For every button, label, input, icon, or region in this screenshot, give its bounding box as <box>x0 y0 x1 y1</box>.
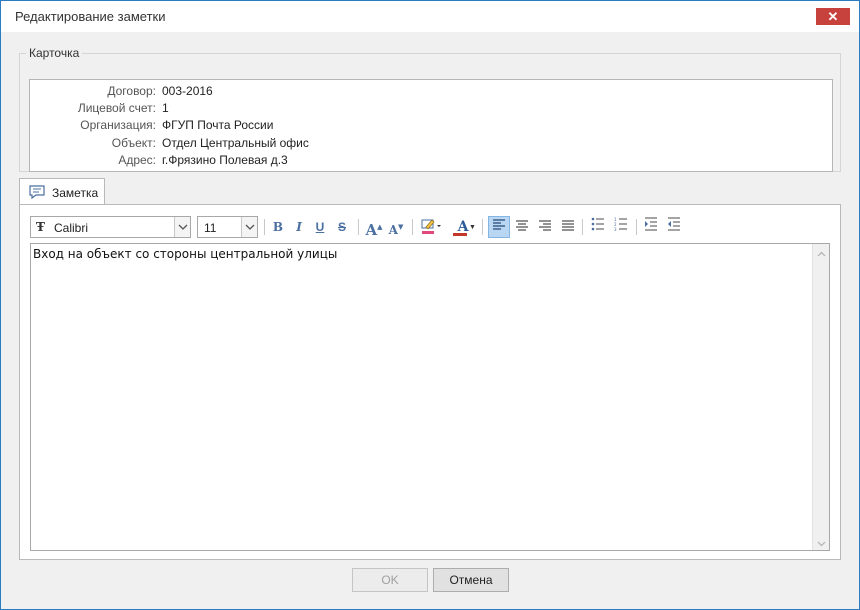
font-size-select[interactable]: 11 <box>197 216 258 238</box>
field-label: Лицевой счет: <box>77 101 156 115</box>
window-title: Редактирование заметки <box>15 9 166 24</box>
shrink-font-icon: A <box>388 223 398 237</box>
note-tab-panel: Ŧ Calibri 11 B I U S A▲ A▼ A ▼ 1 2 3 Вхо… <box>19 204 841 560</box>
field-label: Договор: <box>107 84 156 98</box>
numbered-list-button[interactable]: 123 <box>611 217 631 237</box>
scroll-down-icon[interactable] <box>817 537 826 547</box>
field-organization: Организация: ФГУП Почта России <box>30 118 832 134</box>
align-justify-icon <box>561 220 575 234</box>
card-legend: Карточка <box>29 46 80 60</box>
numbered-list-icon: 123 <box>614 217 628 234</box>
close-icon: ✕ <box>827 9 839 24</box>
align-right-button[interactable] <box>535 217 555 237</box>
indent-decrease-icon <box>667 217 681 234</box>
tab-label: Заметка <box>52 186 99 200</box>
vertical-scrollbar[interactable] <box>812 244 829 550</box>
field-label: Организация: <box>80 118 156 132</box>
grow-font-button[interactable]: A▲ <box>364 217 384 239</box>
field-label: Адрес: <box>118 153 156 167</box>
font-type-icon: Ŧ <box>36 220 45 234</box>
chevron-down-icon: ▼ <box>469 224 476 231</box>
font-size-value: 11 <box>204 221 217 235</box>
title-bar[interactable]: Редактирование заметки ✕ <box>1 1 859 32</box>
formatting-toolbar: Ŧ Calibri 11 B I U S A▲ A▼ A ▼ 1 2 3 <box>30 216 830 239</box>
italic-button[interactable]: I <box>289 217 309 237</box>
ok-button[interactable]: OK <box>352 568 428 592</box>
align-right-icon <box>538 220 552 234</box>
align-justify-button[interactable] <box>558 217 578 237</box>
increase-indent-button[interactable] <box>641 217 661 237</box>
toolbar-separator <box>482 219 483 235</box>
toolbar-separator <box>358 219 359 235</box>
bullet-list-icon <box>591 217 605 234</box>
grow-font-icon: A <box>365 221 378 239</box>
font-name-value: Calibri <box>54 221 89 235</box>
align-center-button[interactable] <box>512 217 532 237</box>
comment-icon <box>29 185 45 202</box>
font-color-button[interactable]: A ▼ <box>449 217 477 237</box>
field-value: 1 <box>162 101 169 115</box>
chevron-down-icon[interactable] <box>174 217 190 237</box>
indent-increase-icon <box>644 217 658 234</box>
align-left-icon <box>492 219 506 233</box>
toolbar-separator <box>264 219 265 235</box>
dialog-body: Карточка Договор: 003-2016 Лицевой счет:… <box>1 32 859 609</box>
bold-button[interactable]: B <box>268 217 288 237</box>
toolbar-separator <box>582 219 583 235</box>
field-account: Лицевой счет: 1 <box>30 101 832 117</box>
align-center-icon <box>515 220 529 234</box>
dialog-window: Редактирование заметки ✕ Карточка Догово… <box>0 0 860 610</box>
svg-text:3: 3 <box>614 227 617 231</box>
chevron-down-icon[interactable] <box>241 217 257 237</box>
field-address: Адрес: г.Фрязино Полевая д.3 <box>30 153 832 169</box>
scroll-up-icon[interactable] <box>817 248 826 257</box>
card-info-box: Договор: 003-2016 Лицевой счет: 1 Органи… <box>29 79 833 172</box>
field-object: Объект: Отдел Центральный офис <box>30 136 832 152</box>
font-color-swatch <box>453 233 467 236</box>
note-text[interactable]: Вход на объект со стороны центральной ул… <box>33 247 337 261</box>
field-value: г.Фрязино Полевая д.3 <box>162 153 288 167</box>
tab-note[interactable]: Заметка <box>19 178 105 205</box>
card-group: Карточка Договор: 003-2016 Лицевой счет:… <box>19 46 841 172</box>
align-left-button[interactable] <box>488 216 510 238</box>
field-value: 003-2016 <box>162 84 213 98</box>
font-name-select[interactable]: Ŧ Calibri <box>30 216 191 238</box>
note-editor[interactable]: Вход на объект со стороны центральной ул… <box>30 243 830 551</box>
field-value: ФГУП Почта России <box>162 118 274 132</box>
close-button[interactable]: ✕ <box>816 8 850 25</box>
shrink-font-button[interactable]: A▼ <box>386 217 406 237</box>
toolbar-separator <box>412 219 413 235</box>
underline-button[interactable]: U <box>310 217 330 237</box>
highlighter-icon <box>420 219 442 238</box>
bullet-list-button[interactable] <box>588 217 608 237</box>
field-value: Отдел Центральный офис <box>162 136 309 150</box>
cancel-button[interactable]: Отмена <box>433 568 509 592</box>
highlight-color-button[interactable] <box>417 217 445 237</box>
field-label: Объект: <box>111 136 156 150</box>
decrease-indent-button[interactable] <box>664 217 684 237</box>
toolbar-separator <box>636 219 637 235</box>
field-contract: Договор: 003-2016 <box>30 84 832 100</box>
strikethrough-button[interactable]: S <box>332 217 352 237</box>
